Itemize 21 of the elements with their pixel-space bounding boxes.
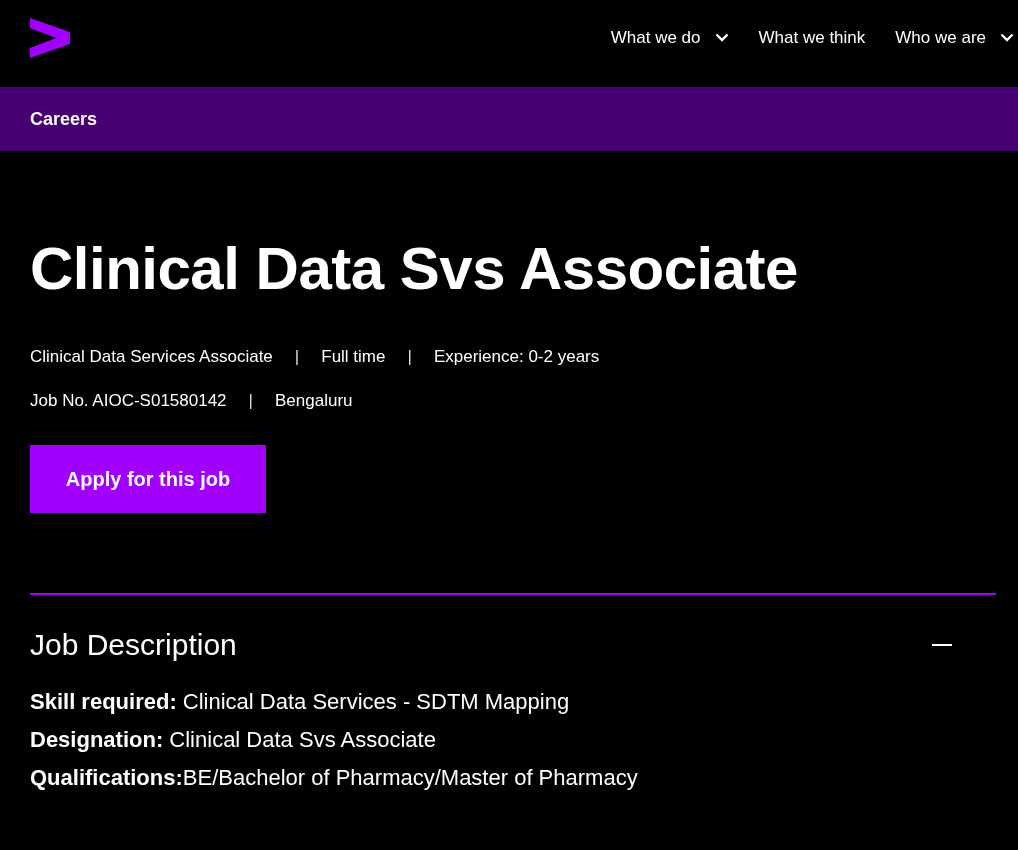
nav-link[interactable]: What we think: [758, 27, 866, 48]
nav-link[interactable]: What we do: [610, 27, 729, 48]
separator: |: [294, 347, 300, 367]
chevron-down-icon: [1000, 33, 1014, 42]
job-detail: Bengaluru: [275, 391, 353, 411]
section-link[interactable]: Careers: [30, 108, 98, 130]
section-heading: Job Description: [30, 628, 237, 662]
description-line: Designation: Clinical Data Svs Associate: [30, 726, 437, 754]
description-line: Skill required: Clinical Data Services - SDTM Mapping: [30, 688, 571, 716]
separator: |: [248, 391, 253, 411]
logo-icon[interactable]: [30, 17, 70, 58]
job-detail: Experience: 0-2 years: [433, 347, 600, 367]
job-detail: Full time: [321, 347, 386, 367]
nav-link[interactable]: Who we are: [895, 27, 1014, 48]
job-title: Clinical Data Svs Associate: [30, 234, 799, 304]
apply-button[interactable]: Apply for this job: [30, 445, 266, 513]
job-detail: Clinical Data Services Associate: [30, 347, 273, 367]
description-line: Qualifications:BE/Bachelor of Pharmacy/Master of Pharmacy: [30, 764, 639, 792]
chevron-down-icon: [714, 33, 729, 42]
separator: |: [407, 347, 412, 367]
job-detail: Job No. AIOC-S01580142: [30, 391, 227, 411]
